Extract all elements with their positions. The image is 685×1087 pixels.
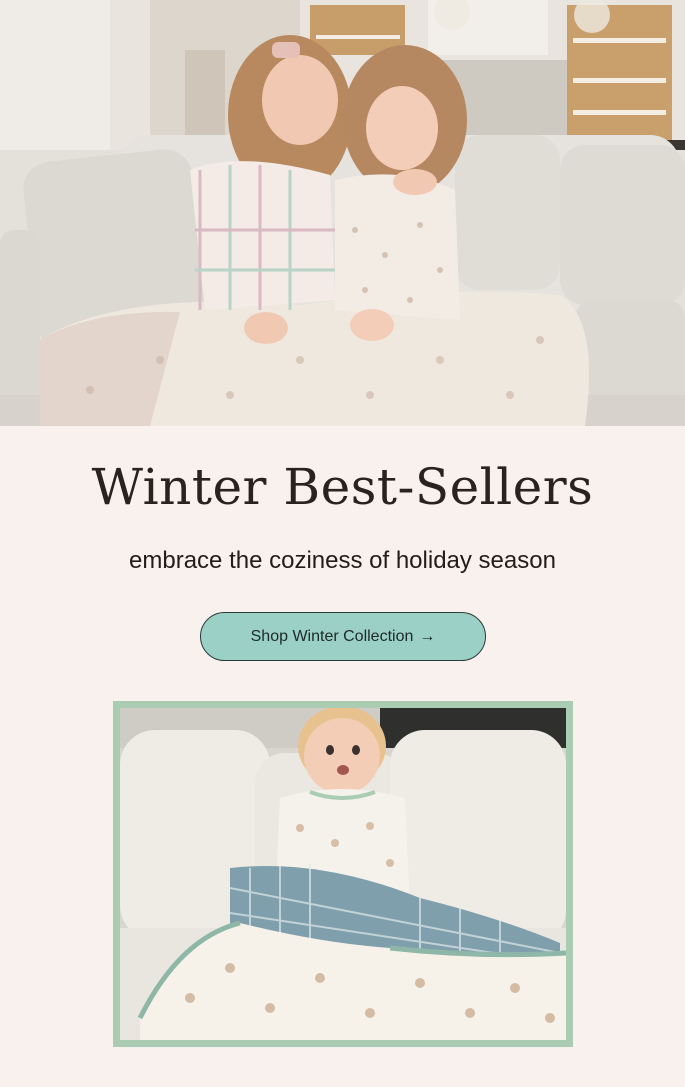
cta-label: Shop Winter Collection <box>250 627 414 645</box>
feature-image-frame <box>113 701 573 1047</box>
hero-photo <box>0 0 685 426</box>
arrow-right-icon: → <box>419 627 436 645</box>
shop-winter-collection-button[interactable]: Shop Winter Collection → <box>200 612 486 661</box>
feature-photo <box>120 708 566 1040</box>
page-subtitle: embrace the coziness of holiday season <box>129 547 556 574</box>
page-title: Winter Best-Sellers <box>91 458 594 516</box>
hero-image <box>0 0 685 426</box>
